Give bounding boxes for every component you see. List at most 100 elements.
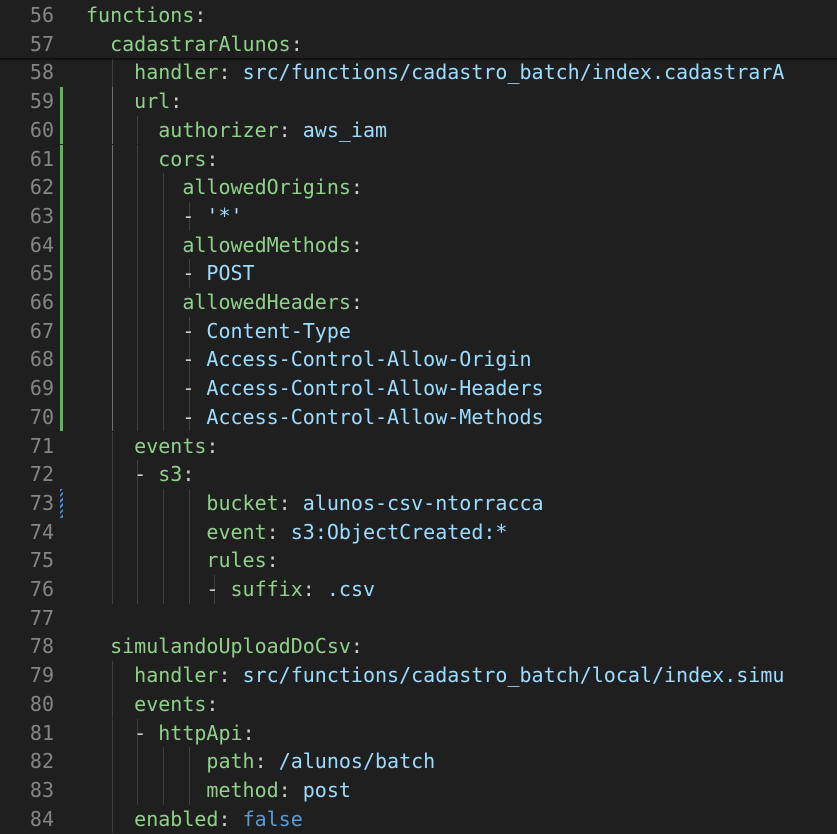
list-dash: - — [182, 261, 207, 286]
code-line[interactable]: 70 - Access-Control-Allow-Methods — [0, 402, 837, 432]
added-line-marker[interactable] — [60, 345, 63, 375]
code-text: handler: src/functions/cadastro_batch/lo… — [86, 661, 837, 690]
yaml-key: enabled — [134, 806, 219, 831]
added-line-marker[interactable] — [60, 259, 63, 288]
code-line[interactable]: 77 — [0, 604, 837, 633]
added-line-marker[interactable] — [60, 402, 63, 432]
code-line[interactable]: 80 events: — [0, 689, 837, 719]
code-line[interactable]: 56 functions: — [0, 1, 837, 30]
line-number: 80 — [29, 691, 54, 716]
code-line[interactable]: 79 handler: src/functions/cadastro_batch… — [0, 661, 837, 690]
line-number: 82 — [29, 749, 54, 774]
code-text: method: post — [86, 776, 837, 805]
yaml-value: s3:ObjectCreated:* — [290, 519, 508, 544]
code-text: - Access-Control-Allow-Methods — [86, 403, 837, 432]
code-text: event: s3:ObjectCreated:* — [86, 518, 837, 547]
code-line[interactable]: 60 authorizer: aws_iam — [0, 115, 837, 145]
code-line[interactable]: 75 rules: — [0, 546, 837, 575]
yaml-separator: : — [350, 175, 363, 200]
code-text: - suffix: .csv — [86, 575, 837, 604]
yaml-key: allowedOrigins — [182, 175, 351, 200]
yaml-key: url — [134, 89, 171, 114]
code-line[interactable]: 81 - httpApi: — [0, 718, 837, 748]
line-number: 58 — [29, 60, 54, 85]
added-line-marker[interactable] — [60, 288, 63, 317]
code-line[interactable]: 83 method: post — [0, 775, 837, 805]
yaml-value: /alunos/batch — [278, 749, 436, 774]
code-line[interactable]: 74 event: s3:ObjectCreated:* — [0, 517, 837, 547]
code-line[interactable]: 82 path: /alunos/batch — [0, 747, 837, 776]
yaml-value: src/functions/cadastro_batch/local/index… — [242, 663, 785, 688]
code-line[interactable]: 78 simulandoUploadDoCsv: — [0, 632, 837, 661]
code-line[interactable]: 72 - s3: — [0, 460, 837, 489]
modified-line-marker[interactable] — [60, 488, 63, 518]
added-line-marker[interactable] — [60, 87, 63, 116]
added-line-marker[interactable] — [60, 173, 63, 202]
added-line-marker[interactable] — [60, 144, 63, 174]
code-line[interactable]: 67 - Content-Type — [0, 316, 837, 346]
line-number: 62 — [29, 175, 54, 200]
code-line[interactable]: 65 - POST — [0, 259, 837, 288]
code-line[interactable]: 76 - suffix: .csv — [0, 575, 837, 604]
yaml-separator: : — [302, 577, 327, 601]
code-editor[interactable]: 56 functions: 57 cadastrarAlunos: 58 handle… — [0, 0, 837, 834]
yaml-separator: : — [218, 806, 243, 831]
code-line[interactable]: 64 allowedMethods: — [0, 230, 837, 260]
list-dash: - — [182, 203, 207, 228]
added-line-marker[interactable] — [60, 316, 63, 346]
line-number: 56 — [29, 3, 54, 27]
code-line[interactable]: 71 events: — [0, 431, 837, 461]
code-line[interactable]: 61 cors: — [0, 144, 837, 174]
code-text: rules: — [86, 546, 837, 575]
yaml-key: s3 — [158, 462, 183, 487]
yaml-key: method — [206, 777, 279, 802]
code-line[interactable]: 69 - Access-Control-Allow-Headers — [0, 374, 837, 403]
added-line-marker[interactable] — [60, 230, 63, 260]
yaml-separator: : — [206, 691, 219, 716]
yaml-value: alunos-csv-ntorracca — [302, 490, 544, 515]
yaml-value: Access-Control-Allow-Headers — [206, 376, 544, 401]
yaml-key: handler — [134, 663, 219, 688]
code-text: - Access-Control-Allow-Headers — [86, 374, 837, 403]
yaml-separator: : — [218, 60, 243, 85]
yaml-value: src/functions/cadastro_batch/index.cadas… — [242, 60, 785, 85]
yaml-separator: : — [278, 117, 303, 142]
code-line[interactable]: 57 cadastrarAlunos: — [0, 30, 837, 59]
code-text: allowedHeaders: — [86, 288, 837, 317]
code-line[interactable]: 59 url: — [0, 87, 837, 116]
code-text: - Access-Control-Allow-Origin — [86, 345, 837, 374]
yaml-separator: : — [218, 663, 243, 688]
code-line[interactable]: 84 enabled: false — [0, 804, 837, 834]
added-line-marker[interactable] — [60, 201, 63, 231]
yaml-separator: : — [350, 290, 363, 314]
yaml-key: events — [134, 691, 207, 716]
yaml-separator: : — [266, 548, 279, 573]
code-line[interactable]: 68 - Access-Control-Allow-Origin — [0, 345, 837, 375]
yaml-key: bucket — [206, 490, 279, 515]
code-line[interactable]: 58 handler: src/functions/cadastro_batch… — [0, 58, 837, 88]
sticky-scroll-shadow — [0, 58, 837, 61]
code-text: bucket: alunos-csv-ntorracca — [86, 489, 837, 518]
code-line[interactable]: 62 allowedOrigins: — [0, 173, 837, 202]
list-dash: - — [182, 318, 207, 343]
code-text: path: /alunos/batch — [86, 747, 837, 776]
list-dash: - — [134, 462, 159, 487]
line-number: 75 — [29, 548, 54, 573]
added-line-marker[interactable] — [60, 115, 63, 145]
line-number: 57 — [29, 31, 54, 56]
code-text: functions: — [86, 1, 837, 30]
code-line[interactable]: 73 bucket: alunos-csv-ntorracca — [0, 488, 837, 518]
yaml-value: Content-Type — [206, 318, 351, 343]
line-number: 77 — [29, 605, 54, 630]
added-line-marker[interactable] — [60, 374, 63, 403]
code-line[interactable]: 63 - '*' — [0, 201, 837, 231]
yaml-key: cors — [158, 146, 207, 171]
code-text: cadastrarAlunos: — [86, 30, 837, 59]
line-number: 83 — [29, 777, 54, 802]
code-text: handler: src/functions/cadastro_batch/in… — [86, 58, 837, 87]
code-text: - '*' — [86, 202, 837, 231]
line-number: 81 — [29, 720, 54, 745]
code-text: authorizer: aws_iam — [86, 116, 837, 145]
yaml-separator: : — [206, 433, 219, 458]
code-line[interactable]: 66 allowedHeaders: — [0, 288, 837, 317]
